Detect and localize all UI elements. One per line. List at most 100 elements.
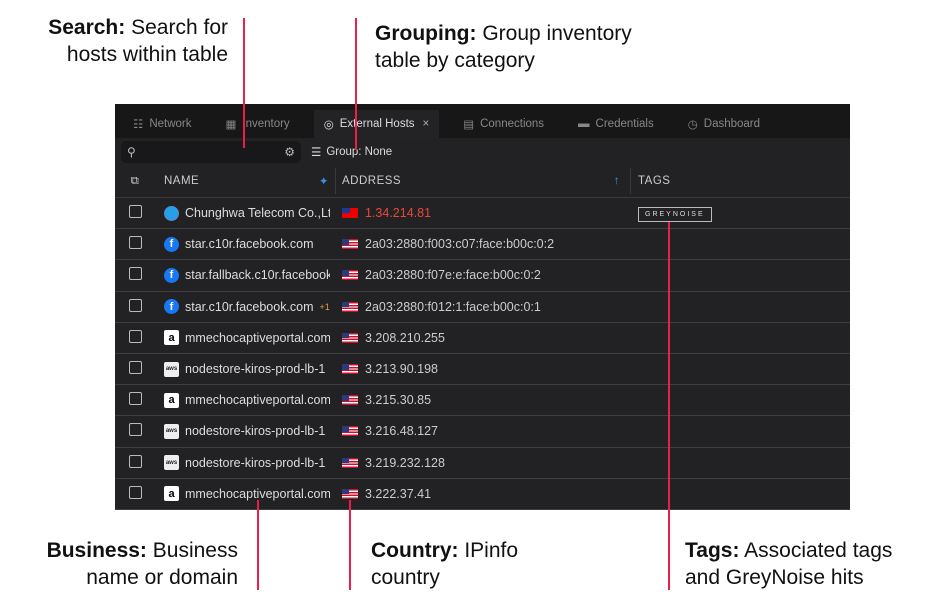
column-label: NAME [164,175,200,187]
annotation-title: Business: [46,539,147,562]
host-address: 2a03:2880:f003:c07:face:b00c:0:2 [365,237,555,252]
flag-us-icon [342,364,358,375]
host-address: 1.34.214.81 [365,206,432,221]
annotation-business: Business: Business name or domain [8,537,238,591]
annotation-search: Search: Search for hosts within table [8,14,228,68]
annotation-title: Country: [371,539,459,562]
table-row[interactable]: a mmechocaptiveportal.com 3.222.37.41 [115,479,850,510]
host-name: star.fallback.c10r.facebook.com [185,268,330,283]
app-panel: ☷ Network ▦ Inventory ◎ External Hosts × ▤ Conne… [115,104,850,510]
amazon-icon: a [164,486,179,502]
column-address[interactable]: ADDRESS ↑ [336,168,631,194]
host-name: star.c10r.facebook.com [185,299,314,314]
host-name: nodestore-kiros-prod-lb-1 [185,424,326,439]
column-label: ADDRESS [342,175,402,187]
tab-label: Dashboard [703,118,761,130]
table-row[interactable]: f star.fallback.c10r.facebook.com 2a03:28… [115,260,850,292]
group-button[interactable]: ☰ Group: None [311,145,392,159]
settings-icon[interactable]: ⚙ [284,145,295,159]
external-hosts-icon: ◎ [323,119,334,131]
greynoise-tag[interactable]: GREYNOISE [638,206,712,222]
row-checkbox[interactable] [128,392,142,406]
search-input[interactable]: ⚲ ⚙ [121,140,301,163]
host-address: 3.222.37.41 [365,486,432,501]
flag-us-icon [342,395,358,406]
tab-label: Network [149,118,192,130]
tab-bar: ☷ Network ▦ Inventory ◎ External Hosts × ▤ Conne… [115,104,850,138]
close-tab-icon[interactable]: × [423,118,430,130]
host-address: 2a03:2880:f07e:e:face:b00c:0:2 [365,268,541,283]
table-body: 🌐 Chunghwa Telecom Co.,Ltd 1.34.214.81 GR… [115,198,850,510]
host-name: nodestore-kiros-prod-lb-1 [185,455,326,470]
tab-label: Connections [480,118,545,130]
table-row[interactable]: f star.c10r.facebook.com 2a03:2880:f003:c… [115,229,850,261]
host-address: 3.215.30.85 [365,393,432,408]
globe-icon: 🌐 [164,205,179,221]
aws-icon: aws [164,423,179,439]
tab-external-hosts[interactable]: ◎ External Hosts × [313,110,440,138]
aws-icon: aws [164,455,179,471]
column-tags[interactable]: TAGS [631,175,850,187]
column-label: TAGS [638,175,671,187]
table-row[interactable]: aws nodestore-kiros-prod-lb-1 3.216.48.12… [115,416,850,448]
host-address: 3.213.90.198 [365,362,438,377]
tab-inventory[interactable]: ▦ Inventory [216,110,300,138]
table-header: ⧉ NAME ✦ ADDRESS ↑ TAGS [115,165,850,198]
host-address: 2a03:2880:f012:1:face:b00c:0:1 [365,299,541,314]
annotation-title: Tags: [685,539,740,562]
row-checkbox[interactable] [128,298,142,312]
host-name: mmechocaptiveportal.com [185,486,330,501]
table-row[interactable]: aws nodestore-kiros-prod-lb-1 3.213.90.19… [115,354,850,386]
table-row[interactable]: a mmechocaptiveportal.com 3.215.30.85 [115,385,850,417]
amazon-icon: a [164,330,179,346]
tab-network[interactable]: ☷ Network [123,110,202,138]
dashboard-icon: ◷ [687,119,698,131]
row-checkbox[interactable] [128,267,142,281]
row-checkbox[interactable] [128,423,142,437]
annotation-line [349,500,351,590]
select-all-icon[interactable]: ⧉ [115,175,155,188]
connections-icon: ▤ [463,119,475,131]
tab-connections[interactable]: ▤ Connections [453,110,554,138]
annotation-title: Grouping: [375,22,477,45]
search-icon: ⚲ [127,144,136,159]
host-address: 3.208.210.255 [365,330,445,345]
flag-us-icon [342,426,358,437]
annotation-line [668,222,670,590]
facebook-icon: f [164,236,179,252]
flag-us-icon [342,239,358,250]
row-checkbox[interactable] [128,454,142,468]
table-row[interactable]: aws nodestore-kiros-prod-lb-1 3.219.232.1… [115,448,850,479]
annotation-line [257,500,259,590]
row-checkbox[interactable] [128,236,142,250]
flag-us-icon [342,457,358,468]
flag-us-icon [342,332,358,343]
row-checkbox[interactable] [128,329,142,343]
tab-label: External Hosts [339,118,415,130]
annotation-tags: Tags: Associated tags and GreyNoise hits [685,537,930,591]
annotation-title: Search: [48,16,126,39]
table-row[interactable]: a mmechocaptiveportal.com 3.208.210.255 [115,323,850,354]
annotation-line [243,18,245,148]
host-name: mmechocaptiveportal.com [185,393,330,408]
tab-credentials[interactable]: ▬ Credentials [568,110,664,138]
host-address: 3.219.232.128 [365,455,445,470]
tab-label: Inventory [242,118,290,130]
aws-icon: aws [164,361,179,377]
row-checkbox[interactable] [128,205,142,219]
annotation-country: Country: IPinfo country [371,537,551,591]
tab-dashboard[interactable]: ◷ Dashboard [678,110,770,138]
amazon-icon: a [164,392,179,408]
table-row[interactable]: f star.c10r.facebook.com +1 2a03:2880:f012… [115,292,850,323]
row-checkbox[interactable] [128,361,142,375]
credentials-icon: ▬ [578,118,590,130]
column-name[interactable]: NAME ✦ [155,168,336,194]
host-name: mmechocaptiveportal.com [185,330,330,345]
group-label: Group: None [326,145,393,158]
host-name: Chunghwa Telecom Co.,Ltd [185,206,330,221]
sort-asc-icon[interactable]: ↑ [614,175,620,187]
row-checkbox[interactable] [128,485,142,499]
table-row[interactable]: 🌐 Chunghwa Telecom Co.,Ltd 1.34.214.81 GR… [115,198,850,230]
host-name: star.c10r.facebook.com [185,237,314,252]
pin-icon[interactable]: ✦ [319,174,329,188]
